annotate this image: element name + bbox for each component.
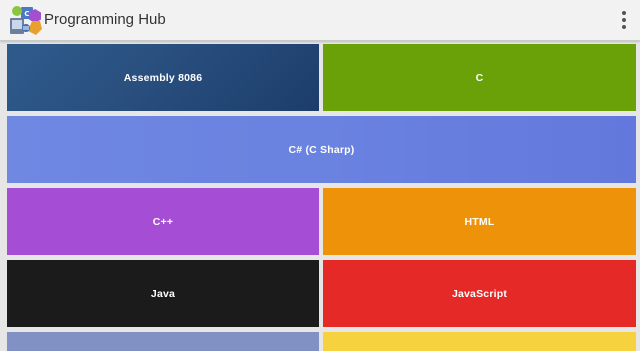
tile-c[interactable]: C: [323, 44, 636, 111]
tile-java[interactable]: Java: [7, 260, 319, 327]
programming-hub-logo-icon: C: [10, 6, 42, 35]
action-bar: C Programming Hub: [0, 0, 640, 41]
overflow-menu-icon[interactable]: [608, 4, 640, 36]
menu-dot: [622, 25, 626, 29]
tile-label: C# (C Sharp): [288, 143, 355, 156]
menu-dot: [622, 18, 626, 22]
tile-c-sharp[interactable]: C# (C Sharp): [7, 116, 636, 183]
programming-hub-app: C Programming Hub Assembly 8086 C C# (C …: [0, 0, 640, 351]
menu-dot: [622, 11, 626, 15]
app-title: Programming Hub: [44, 11, 166, 28]
tile-label: Java: [150, 287, 176, 300]
tile-assembly-8086[interactable]: Assembly 8086: [7, 44, 319, 111]
tile-label: Assembly 8086: [123, 71, 203, 84]
tile-label: C: [475, 71, 484, 84]
tile-label: C++: [152, 215, 174, 228]
svg-text:C: C: [24, 10, 29, 18]
tile-label: JavaScript: [451, 287, 508, 300]
tile-c-plus-plus[interactable]: C++: [7, 188, 319, 255]
tile-javascript[interactable]: JavaScript: [323, 260, 636, 327]
tile-html[interactable]: HTML: [323, 188, 636, 255]
tile-partially-visible-right[interactable]: [323, 332, 636, 351]
tile-partially-visible-left[interactable]: [7, 332, 319, 351]
tile-label: HTML: [464, 215, 495, 228]
